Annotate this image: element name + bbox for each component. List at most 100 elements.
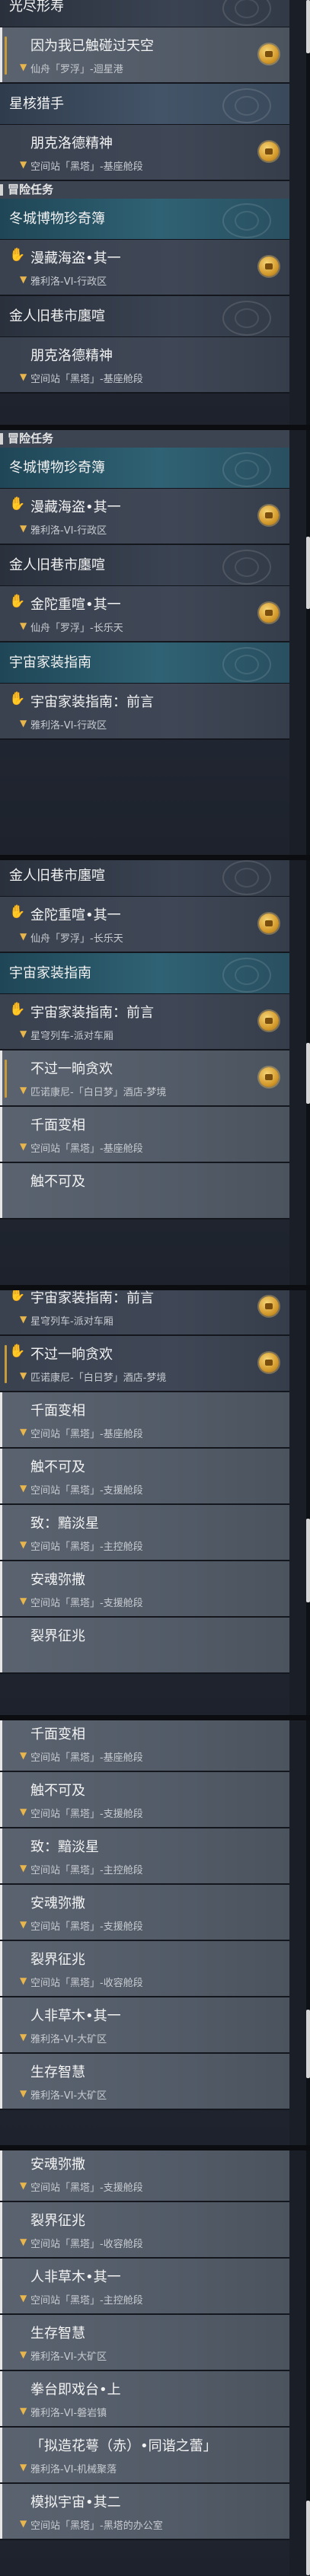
handshake-icon: ✋ xyxy=(9,594,26,609)
scrollbar-thumb[interactable] xyxy=(306,1519,310,1602)
quest-list-item[interactable]: 安魂弥撒 ▼ 空间站「黑塔」-支援舱段 xyxy=(0,2150,289,2202)
quest-location: 雅利洛-VI-行政区 xyxy=(30,525,107,537)
quest-location: 空间站「黑塔」-主控舱段 xyxy=(30,2295,143,2307)
category-emblem-icon xyxy=(222,647,271,682)
screen-divider xyxy=(0,425,310,430)
category-title: 星核猎手 xyxy=(9,96,64,112)
scrollbar-thumb[interactable] xyxy=(306,2010,310,2078)
quest-category-header[interactable]: 金人旧巷市廛喧 xyxy=(0,545,289,586)
quest-category-header[interactable]: 冬城博物珍奇簿 xyxy=(0,199,289,240)
location-pin-icon: ▼ xyxy=(20,718,27,728)
quest-list-item[interactable]: 因为我已触碰过天空 ▼ 仙舟「罗浮」-迴星港 xyxy=(0,27,289,84)
quest-list-item[interactable]: ✋ 金陀重喧•其一 ▼ 仙舟「罗浮」-长乐天 xyxy=(0,897,289,953)
scrollbar-thumb[interactable] xyxy=(306,2501,310,2575)
quest-title: 人非草木•其一 xyxy=(30,2008,121,2024)
quest-location: 空间站「黑塔」-基座舱段 xyxy=(30,1752,143,1764)
quest-location: 雅利洛-VI-大矿区 xyxy=(30,2090,107,2102)
quest-list-item[interactable]: 千面变相 ▼ 空间站「黑塔」-基座舱段 xyxy=(0,1392,289,1449)
quest-list-screenshot-strip: 光尽形寿 因为我已触碰过天空 ▼ 仙舟「罗浮」-迴星港星核猎手朋克洛德精神 ▼ 空间站「黑… xyxy=(0,0,310,2576)
quest-category-header[interactable]: 光尽形寿 xyxy=(0,0,289,27)
quest-list-item[interactable]: 不过一晌贪欢 ▼ 匹诺康尼-「白日梦」酒店-梦境 xyxy=(0,1050,289,1107)
quest-title: 安魂弥撒 xyxy=(30,2157,85,2173)
location-pin-icon: ▼ xyxy=(20,1975,27,1986)
quest-category-header[interactable]: 冬城博物珍奇簿 xyxy=(0,448,289,489)
scrollbar[interactable] xyxy=(306,860,310,1285)
quest-title: 触不可及 xyxy=(30,1459,85,1475)
quest-location: 仙舟「罗浮」-长乐天 xyxy=(30,933,123,945)
category-emblem-icon xyxy=(222,88,271,123)
quest-list-item[interactable]: 安魂弥撒 ▼ 空间站「黑塔」-支援舱段 xyxy=(0,1885,289,1941)
quest-list-item[interactable]: 生存智慧 ▼ 雅利洛-VI-大矿区 xyxy=(0,2054,289,2110)
handshake-icon: ✋ xyxy=(9,1344,26,1359)
quest-list-item[interactable]: 模拟宇宙•其二 ▼ 空间站「黑塔」-黑塔的办公室 xyxy=(0,2484,289,2540)
quest-category-header[interactable]: 星核猎手 xyxy=(0,84,289,125)
quest-list-panel: 冒险任务 冬城博物珍奇簿 ✋ 漫藏海盗•其一 ▼ 雅利洛-VI-行政区 金人旧巷市廛喧 ✋ 金陀… xyxy=(0,430,289,855)
location-pin-icon: ▼ xyxy=(20,620,27,631)
quest-title: 金陀重喧•其一 xyxy=(30,907,121,923)
location-pin-icon: ▼ xyxy=(20,1919,27,1930)
quest-list-item[interactable]: 「拟造花萼（赤）•同谐之蕾」 ▼ 雅利洛-VI-机械聚落 xyxy=(0,2428,289,2484)
handshake-icon: ✋ xyxy=(9,904,26,920)
quest-list-item[interactable]: 裂界征兆 ▼ 空间站「黑塔」-收容舱段 xyxy=(0,2202,289,2259)
quest-location: 雅利洛-VI-机械聚落 xyxy=(30,2464,117,2476)
reward-chest-icon xyxy=(259,1296,279,1316)
quest-list-item[interactable]: ✋ 金陀重喧•其一 ▼ 仙舟「罗浮」-长乐天 xyxy=(0,586,289,642)
quest-list-item[interactable]: 人非草木•其一 ▼ 雅利洛-VI-大矿区 xyxy=(0,1997,289,2054)
category-title: 宇宙家装指南 xyxy=(9,965,91,981)
quest-list-item[interactable]: 朋克洛德精神 ▼ 空间站「黑塔」-基座舱段 xyxy=(0,337,289,394)
quest-list-item[interactable]: 裂界征兆 xyxy=(0,1618,289,1674)
scrollbar[interactable] xyxy=(306,1290,310,1715)
tab-label: 冒险任务 xyxy=(8,183,54,196)
reward-chest-icon xyxy=(259,142,279,161)
tab-header-adventure-missions[interactable]: 冒险任务 xyxy=(0,181,289,199)
location-pin-icon: ▼ xyxy=(20,2349,27,2360)
quest-list-item[interactable]: 人非草木•其一 ▼ 空间站「黑塔」-主控舱段 xyxy=(0,2259,289,2315)
location-pin-icon: ▼ xyxy=(20,1806,27,1817)
quest-list-item[interactable]: 生存智慧 ▼ 雅利洛-VI-大矿区 xyxy=(0,2315,289,2371)
quest-title: 生存智慧 xyxy=(30,2326,85,2342)
quest-location: 空间站「黑塔」-支援舱段 xyxy=(30,1921,143,1933)
location-pin-icon: ▼ xyxy=(20,62,27,72)
quest-category-header[interactable]: 宇宙家装指南 xyxy=(0,642,289,684)
scrollbar-thumb[interactable] xyxy=(306,0,310,53)
scrollbar-thumb[interactable] xyxy=(306,1043,310,1104)
quest-list-item[interactable]: 拳台即戏台•上 ▼ 雅利洛-VI-磐岩镇 xyxy=(0,2371,289,2428)
scrollbar[interactable] xyxy=(306,1720,310,2145)
quest-list-item[interactable]: ✋ 宇宙家装指南：前言 ▼ 雅利洛-VI-行政区 xyxy=(0,684,289,740)
quest-list-item[interactable]: 千面变相 ▼ 空间站「黑塔」-基座舱段 xyxy=(0,1107,289,1163)
quest-list-item[interactable]: 千面变相 ▼ 空间站「黑塔」-基座舱段 xyxy=(0,1720,289,1772)
quest-title: 裂界征兆 xyxy=(30,1952,85,1968)
location-pin-icon: ▼ xyxy=(20,2405,27,2416)
quest-list-item[interactable]: 朋克洛德精神 ▼ 空间站「黑塔」-基座舱段 xyxy=(0,125,289,181)
scrollbar[interactable] xyxy=(306,0,310,425)
quest-list-item[interactable]: 裂界征兆 ▼ 空间站「黑塔」-收容舱段 xyxy=(0,1941,289,1997)
location-pin-icon: ▼ xyxy=(20,1863,27,1873)
quest-list-item[interactable]: 触不可及 ▼ 空间站「黑塔」-支援舱段 xyxy=(0,1772,289,1828)
location-pin-icon: ▼ xyxy=(20,2032,27,2042)
quest-list-item[interactable]: 安魂弥撒 ▼ 空间站「黑塔」-支援舱段 xyxy=(0,1561,289,1618)
category-title: 宇宙家装指南 xyxy=(9,655,91,671)
quest-category-header[interactable]: 金人旧巷市廛喧 xyxy=(0,296,289,337)
quest-title: 宇宙家装指南：前言 xyxy=(30,694,154,710)
quest-location: 匹诺康尼-「白日梦」酒店-梦境 xyxy=(30,1087,167,1098)
tab-header-adventure-missions[interactable]: 冒险任务 xyxy=(0,430,289,448)
quest-list-item[interactable]: 致：黯淡星 ▼ 空间站「黑塔」-主控舱段 xyxy=(0,1505,289,1561)
quest-location: 空间站「黑塔」-支援舱段 xyxy=(30,2182,143,2194)
quest-category-header[interactable]: 金人旧巷市廛喧 xyxy=(0,860,289,897)
quest-list-item[interactable]: 触不可及 ▼ 空间站「黑塔」-支援舱段 xyxy=(0,1449,289,1505)
quest-category-header[interactable]: 宇宙家装指南 xyxy=(0,953,289,994)
quest-title: 漫藏海盗•其一 xyxy=(30,250,121,266)
location-pin-icon: ▼ xyxy=(20,1314,27,1325)
quest-list-item[interactable]: ✋ 宇宙家装指南：前言 ▼ 星穹列车-派对车厢 xyxy=(0,1290,289,1336)
scrollbar[interactable] xyxy=(306,2150,310,2575)
quest-list-item[interactable]: ✋ 宇宙家装指南：前言 ▼ 星穹列车-派对车厢 xyxy=(0,994,289,1050)
quest-list-item[interactable]: ✋ 漫藏海盗•其一 ▼ 雅利洛-VI-行政区 xyxy=(0,489,289,545)
scrollbar[interactable] xyxy=(306,430,310,855)
quest-list-item[interactable]: ✋ 不过一晌贪欢 ▼ 匹诺康尼-「白日梦」酒店-梦境 xyxy=(0,1336,289,1392)
quest-list-item[interactable]: 致：黯淡星 ▼ 空间站「黑塔」-主控舱段 xyxy=(0,1828,289,1885)
quest-list-item[interactable]: ✋ 漫藏海盗•其一 ▼ 雅利洛-VI-行政区 xyxy=(0,240,289,296)
scrollbar-thumb[interactable] xyxy=(306,537,310,609)
location-pin-icon: ▼ xyxy=(20,2518,27,2529)
quest-title: 不过一晌贪欢 xyxy=(30,1347,113,1363)
quest-list-item[interactable]: 触不可及 xyxy=(0,1163,289,1219)
